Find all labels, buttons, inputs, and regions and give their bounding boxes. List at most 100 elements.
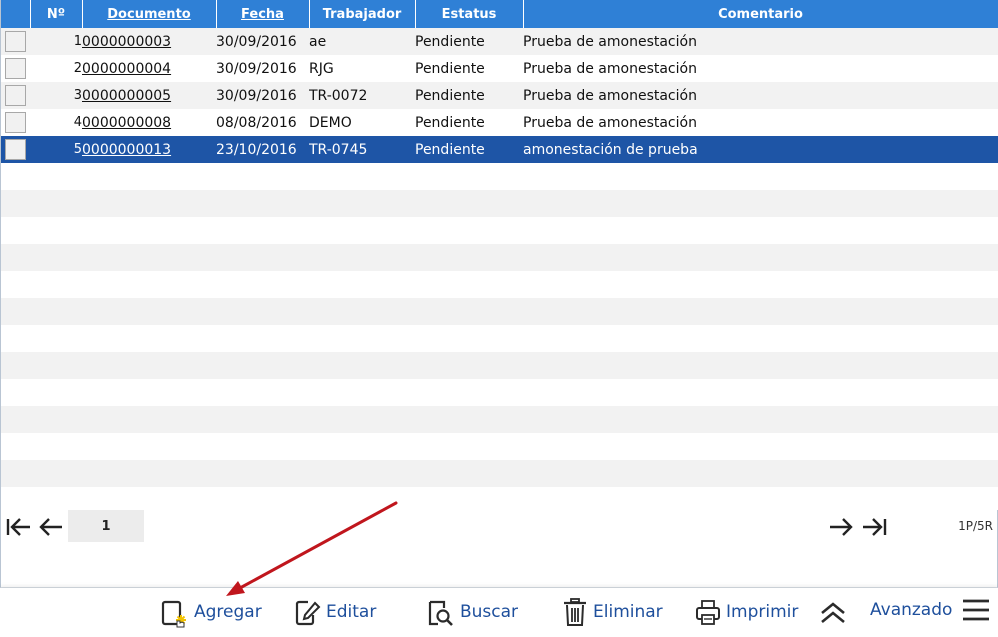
row-trabajador: DEMO [309, 109, 415, 136]
row-checkbox[interactable] [5, 85, 26, 106]
edit-document-icon [295, 600, 321, 626]
header-row: Nº Documento Fecha Trabajador Estatus Co… [1, 0, 998, 28]
row-estatus: Pendiente [415, 55, 523, 82]
empty-row [1, 163, 998, 190]
row-comentario: Prueba de amonestación [523, 55, 998, 82]
row-select-cell[interactable] [1, 28, 30, 55]
row-documento[interactable]: 0000000005 [82, 82, 216, 109]
row-fecha: 30/09/2016 [216, 55, 309, 82]
imprimir-label[interactable]: Imprimir [726, 602, 798, 622]
agregar-button[interactable]: Agregar [160, 592, 262, 632]
header-trabajador: Trabajador [309, 0, 416, 28]
row-fecha: 30/09/2016 [216, 28, 309, 55]
row-documento[interactable]: 0000000013 [82, 136, 216, 163]
documento-link[interactable]: 0000000003 [82, 34, 171, 50]
records-grid: Nº Documento Fecha Trabajador Estatus Co… [0, 0, 998, 514]
row-estatus: Pendiente [415, 136, 523, 163]
empty-row [1, 271, 998, 298]
header-num: Nº [30, 0, 83, 28]
editar-button[interactable]: Editar [294, 592, 376, 632]
row-estatus: Pendiente [415, 82, 523, 109]
row-comentario: Prueba de amonestación [523, 109, 998, 136]
row-trabajador: ae [309, 28, 415, 55]
empty-row [1, 406, 998, 433]
row-select-cell[interactable] [1, 55, 30, 82]
row-number: 1 [30, 28, 82, 55]
row-comentario: Prueba de amonestación [523, 82, 998, 109]
table-row[interactable]: 1 0000000003 30/09/2016 ae Pendiente Pru… [1, 28, 998, 55]
documento-link[interactable]: 0000000013 [82, 142, 171, 158]
row-select-cell[interactable] [1, 82, 30, 109]
imprimir-button[interactable]: Imprimir [694, 592, 798, 632]
agregar-label[interactable]: Agregar [194, 602, 262, 622]
empty-row [1, 217, 998, 244]
empty-row [1, 379, 998, 406]
row-checkbox[interactable] [5, 139, 26, 160]
row-number: 4 [30, 109, 82, 136]
first-page-icon [6, 518, 30, 536]
pagination-bar: 1 1P/5R [0, 510, 998, 544]
header-estatus: Estatus [415, 0, 524, 28]
empty-row [1, 190, 998, 217]
empty-row [1, 298, 998, 325]
editar-label[interactable]: Editar [326, 602, 376, 622]
row-checkbox[interactable] [5, 58, 26, 79]
header-fecha[interactable]: Fecha [216, 0, 310, 28]
row-documento[interactable]: 0000000003 [82, 28, 216, 55]
search-document-icon [428, 600, 453, 626]
documento-link[interactable]: 0000000004 [82, 61, 171, 77]
documento-link[interactable]: 0000000008 [82, 115, 171, 131]
avanzado-label[interactable]: Avanzado [870, 600, 952, 620]
header-select [1, 0, 31, 28]
last-page-button[interactable] [860, 514, 888, 540]
row-trabajador: TR-0072 [309, 82, 415, 109]
header-documento[interactable]: Documento [82, 0, 217, 28]
empty-row [1, 325, 998, 352]
row-number: 2 [30, 55, 82, 82]
row-number: 3 [30, 82, 82, 109]
first-page-button[interactable] [5, 514, 33, 540]
row-select-cell[interactable] [1, 109, 30, 136]
header-comentario: Comentario [523, 0, 998, 28]
buscar-label[interactable]: Buscar [460, 602, 518, 622]
printer-icon [696, 600, 720, 625]
row-documento[interactable]: 0000000004 [82, 55, 216, 82]
eliminar-label[interactable]: Eliminar [593, 602, 663, 622]
row-select-cell[interactable] [1, 136, 30, 163]
documento-link[interactable]: 0000000005 [82, 88, 171, 104]
double-chevron-up-icon [821, 602, 845, 624]
last-page-icon [863, 518, 887, 536]
row-checkbox[interactable] [5, 31, 26, 52]
eliminar-button[interactable]: Eliminar [561, 592, 663, 632]
current-page[interactable]: 1 [68, 510, 144, 542]
empty-row [1, 244, 998, 271]
previous-page-button[interactable] [37, 514, 65, 540]
table-row-selected[interactable]: 5 0000000013 23/10/2016 TR-0745 Pendient… [1, 136, 998, 163]
menu-button[interactable] [961, 590, 995, 630]
trash-icon [564, 598, 586, 626]
row-comentario: Prueba de amonestación [523, 28, 998, 55]
next-page-icon [830, 518, 853, 536]
avanzado-button[interactable]: Avanzado [870, 590, 952, 630]
next-page-button[interactable] [827, 514, 855, 540]
empty-row [1, 352, 998, 379]
row-trabajador: TR-0745 [309, 136, 415, 163]
row-documento[interactable]: 0000000008 [82, 109, 216, 136]
previous-page-icon [39, 518, 62, 536]
row-checkbox[interactable] [5, 112, 26, 133]
collapse-button[interactable] [818, 592, 852, 632]
buscar-button[interactable]: Buscar [426, 592, 518, 632]
row-estatus: Pendiente [415, 28, 523, 55]
row-trabajador: RJG [309, 55, 415, 82]
table-row[interactable]: 3 0000000005 30/09/2016 TR-0072 Pendient… [1, 82, 998, 109]
row-comentario: amonestación de prueba [523, 136, 998, 163]
row-fecha: 30/09/2016 [216, 82, 309, 109]
empty-row [1, 460, 998, 487]
content-spacer [0, 544, 998, 588]
table-row[interactable]: 4 0000000008 08/08/2016 DEMO Pendiente P… [1, 109, 998, 136]
records-table: Nº Documento Fecha Trabajador Estatus Co… [1, 0, 998, 514]
table-row[interactable]: 2 0000000004 30/09/2016 RJG Pendiente Pr… [1, 55, 998, 82]
add-document-icon [161, 600, 186, 628]
page-record-info: 1P/5R [958, 519, 993, 533]
row-fecha: 23/10/2016 [216, 136, 309, 163]
